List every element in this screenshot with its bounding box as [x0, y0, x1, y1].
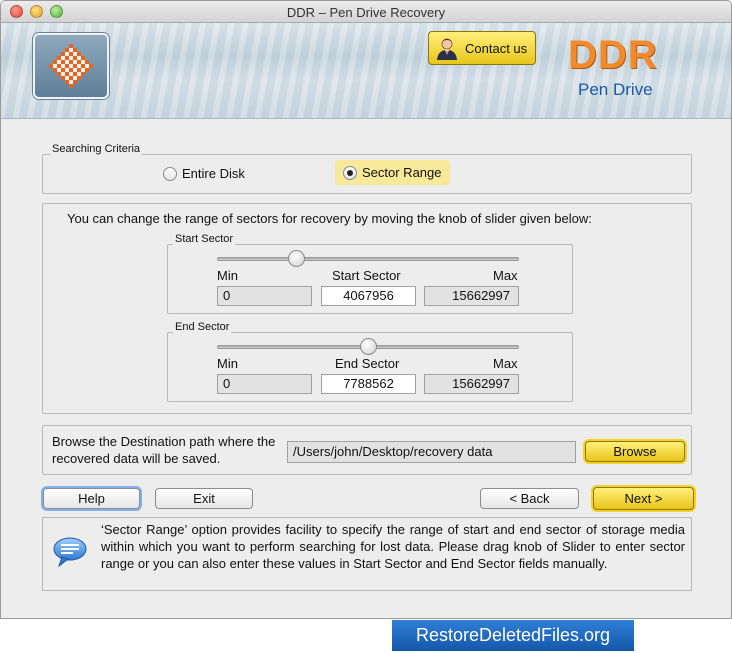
brand-subtitle: Pen Drive: [578, 80, 653, 99]
searching-criteria-legend: Searching Criteria: [50, 143, 143, 155]
end-sector-legend: End Sector: [173, 321, 232, 333]
end-max-field: 15662997: [424, 374, 519, 394]
start-sector-slider[interactable]: [217, 250, 519, 267]
title-bar: DDR – Pen Drive Recovery: [1, 1, 731, 23]
start-sector-slider-knob[interactable]: [288, 250, 305, 267]
contact-us-label: Contact us: [465, 40, 528, 56]
help-description-text: ‘Sector Range’ option provides facility …: [101, 522, 685, 571]
end-max-label: Max: [493, 356, 518, 371]
entire-disk-radio[interactable]: Entire Disk: [163, 166, 245, 181]
entire-disk-label: Entire Disk: [182, 166, 245, 181]
radio-indicator: [163, 166, 177, 181]
speech-bubble-icon: [53, 537, 87, 567]
end-sector-slider[interactable]: [217, 338, 519, 355]
end-sector-input[interactable]: 7788562: [321, 374, 416, 394]
sector-range-label: Sector Range: [362, 165, 442, 180]
destination-label: Browse the Destination path where the re…: [52, 434, 276, 466]
start-value-label: Start Sector: [332, 268, 401, 283]
destination-path-field[interactable]: /Users/john/Desktop/recovery data: [287, 441, 576, 463]
contact-us-button[interactable]: Contact us: [428, 31, 536, 65]
start-sector-input[interactable]: 4067956: [321, 286, 416, 306]
app-window: DDR – Pen Drive Recovery Contact us DDR …: [0, 0, 732, 619]
checker-diamond-icon: [49, 44, 93, 88]
browse-button[interactable]: Browse: [585, 441, 685, 462]
help-button[interactable]: Help: [43, 488, 140, 509]
start-sector-legend: Start Sector: [173, 233, 236, 245]
app-logo: [33, 33, 109, 99]
radio-indicator: [343, 165, 357, 180]
sector-range-radio[interactable]: Sector Range: [335, 160, 450, 185]
start-min-field: 0: [217, 286, 312, 306]
exit-button[interactable]: Exit: [155, 488, 253, 509]
website-badge[interactable]: RestoreDeletedFiles.org: [392, 620, 634, 651]
start-min-label: Min: [217, 268, 238, 283]
end-min-label: Min: [217, 356, 238, 371]
next-button[interactable]: Next >: [593, 487, 694, 510]
brand-title: DDR: [568, 33, 658, 77]
end-min-field: 0: [217, 374, 312, 394]
start-max-field: 15662997: [424, 286, 519, 306]
end-sector-slider-knob[interactable]: [360, 338, 377, 355]
window-title: DDR – Pen Drive Recovery: [286, 5, 446, 20]
end-value-label: End Sector: [335, 356, 400, 371]
help-description-box: ‘Sector Range’ option provides facility …: [42, 517, 692, 591]
start-max-label: Max: [493, 268, 518, 283]
person-icon: [437, 38, 457, 60]
back-button[interactable]: < Back: [480, 488, 579, 509]
header-banner: Contact us DDR Pen Drive: [1, 23, 731, 119]
range-instruction: You can change the range of sectors for …: [67, 211, 592, 226]
